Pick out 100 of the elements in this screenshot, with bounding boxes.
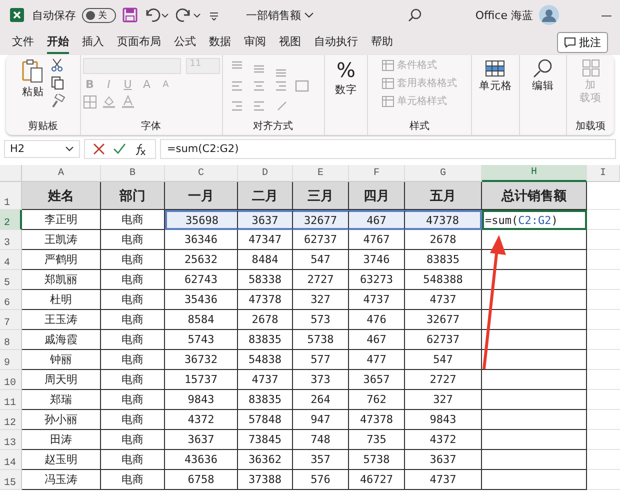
paste-button[interactable]: 粘贴: [20, 58, 45, 99]
table-cell: 35698: [165, 210, 238, 230]
row-header[interactable]: 8: [0, 330, 22, 350]
cut-icon[interactable]: [50, 58, 63, 72]
ribbon-tab[interactable]: 文件: [12, 31, 34, 54]
cancel-icon[interactable]: [93, 143, 105, 155]
row-header[interactable]: 7: [0, 310, 22, 330]
name-box[interactable]: H2: [4, 140, 80, 158]
search-icon[interactable]: [407, 7, 424, 23]
fill-color-icon[interactable]: [102, 95, 116, 109]
table-cell: 周天明: [22, 370, 101, 390]
table-cell: 36732: [165, 350, 238, 370]
table-cell: 83835: [238, 390, 293, 410]
comments-button[interactable]: 批注: [557, 32, 608, 53]
row-header[interactable]: 15: [0, 470, 22, 490]
column-header[interactable]: C: [165, 165, 238, 182]
save-icon[interactable]: [122, 7, 138, 23]
user-name: Office 海蓝: [475, 8, 533, 22]
column-header[interactable]: F: [349, 165, 405, 182]
cells-button[interactable]: 单元格: [478, 58, 512, 93]
copy-icon[interactable]: [50, 76, 65, 90]
column-header[interactable]: E: [293, 165, 349, 182]
row-header[interactable]: 12: [0, 410, 22, 430]
insert-function-icon[interactable]: [134, 142, 147, 156]
table-cell: 57848: [238, 410, 293, 430]
column-header[interactable]: D: [238, 165, 293, 182]
table-cell: 3637: [165, 430, 238, 450]
column-header[interactable]: H: [482, 165, 587, 182]
table-cell: 电商: [101, 330, 165, 350]
font-name-field[interactable]: [82, 58, 181, 74]
autosave-toggle[interactable]: 关: [82, 8, 116, 22]
table-cell: 37388: [238, 470, 293, 490]
table-cell: 6758: [165, 470, 238, 490]
ribbon-tab[interactable]: 数据: [209, 31, 231, 54]
ribbon-tab[interactable]: 审阅: [244, 31, 266, 54]
enter-icon[interactable]: [113, 143, 126, 155]
row-header[interactable]: 4: [0, 250, 22, 270]
minimize-button[interactable]: —: [601, 8, 612, 22]
row-header[interactable]: 10: [0, 370, 22, 390]
table-cell: 573: [293, 310, 349, 330]
table-cell: 3746: [349, 250, 405, 270]
table-cell: 467: [349, 210, 405, 230]
header-cell: 一月: [165, 182, 238, 210]
ribbon-tab[interactable]: 公式: [174, 31, 196, 54]
table-icon: [484, 58, 506, 78]
header-cell: 三月: [293, 182, 349, 210]
formula-field[interactable]: =sum(C2:G2): [160, 139, 616, 159]
row-header[interactable]: 11: [0, 390, 22, 410]
table-cell: 476: [349, 310, 405, 330]
editing-button[interactable]: 编辑: [532, 58, 554, 93]
table-cell: 762: [349, 390, 405, 410]
ribbon-tab[interactable]: 帮助: [371, 31, 393, 54]
row-header[interactable]: 6: [0, 290, 22, 310]
table-cell: 577: [293, 350, 349, 370]
table-cell: 15737: [165, 370, 238, 390]
table-cell: 47378: [349, 410, 405, 430]
table-cell: 47378: [238, 290, 293, 310]
table-cell: 3657: [349, 370, 405, 390]
row-header[interactable]: 1: [0, 182, 22, 210]
table-cell: 郑凯丽: [22, 270, 101, 290]
table-cell: 947: [293, 410, 349, 430]
table-cell: 冯玉涛: [22, 470, 101, 490]
table-style-icon: [382, 96, 394, 106]
table-cell: 73845: [238, 430, 293, 450]
table-cell: 47378: [405, 210, 482, 230]
header-cell: 四月: [349, 182, 405, 210]
number-format-button[interactable]: % 数字: [334, 58, 357, 97]
column-header[interactable]: G: [405, 165, 482, 182]
table-cell: 83835: [405, 250, 482, 270]
redo-icon[interactable]: [176, 7, 202, 23]
row-header[interactable]: 3: [0, 230, 22, 250]
ribbon-tab[interactable]: 插入: [82, 31, 104, 54]
row-header[interactable]: 2: [0, 210, 22, 230]
avatar-icon[interactable]: [539, 5, 559, 25]
table-cell: 3637: [405, 450, 482, 470]
table-cell: 赵玉明: [22, 450, 101, 470]
group-label: 字体: [141, 120, 162, 133]
table-cell: 576: [293, 470, 349, 490]
table-cell: 547: [293, 250, 349, 270]
document-title[interactable]: 一部销售额: [246, 8, 314, 22]
row-header[interactable]: 5: [0, 270, 22, 290]
font-color-icon[interactable]: [120, 95, 135, 109]
table-cell: 电商: [101, 430, 165, 450]
table-cell: 54838: [238, 350, 293, 370]
table-cell: 4737: [238, 370, 293, 390]
ribbon-tab[interactable]: 页面布局: [117, 31, 161, 54]
row-header[interactable]: 9: [0, 350, 22, 370]
row-header[interactable]: 14: [0, 450, 22, 470]
table-cell: 田涛: [22, 430, 101, 450]
column-header[interactable]: B: [101, 165, 165, 182]
undo-icon[interactable]: [144, 7, 170, 23]
row-header[interactable]: 13: [0, 430, 22, 450]
column-header[interactable]: I: [587, 165, 620, 182]
ribbon-tab[interactable]: 视图: [279, 31, 301, 54]
table-cell: 547: [405, 350, 482, 370]
table-cell: 748: [293, 430, 349, 450]
ribbon-tab[interactable]: 自动执行: [314, 31, 358, 54]
column-header[interactable]: A: [22, 165, 101, 182]
format-painter-icon[interactable]: [50, 94, 65, 108]
table-cell: 4737: [349, 290, 405, 310]
